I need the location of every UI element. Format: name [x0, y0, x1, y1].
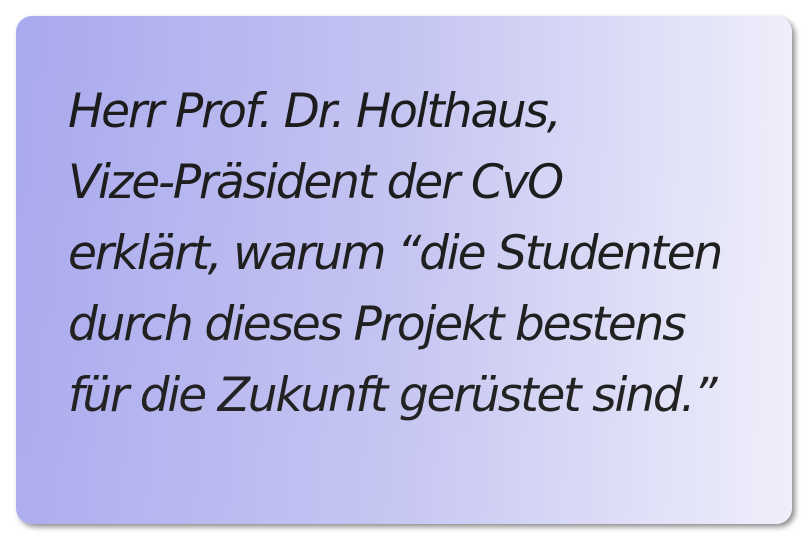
quote-line-5: für die Zukunft gerüstet sind.” — [68, 368, 718, 423]
quote-line-2: Vize-Präsident der CvO — [68, 155, 564, 210]
page: Herr Prof. Dr. Holthaus, Vize-Präsident … — [0, 0, 811, 541]
quote-text: Herr Prof. Dr. Holthaus, Vize-Präsident … — [68, 76, 723, 431]
quote-line-3: erklärt, warum “die Studenten — [68, 226, 723, 281]
quote-line-1: Herr Prof. Dr. Holthaus, — [68, 84, 562, 139]
quote-line-4: durch dieses Projekt bestens — [68, 297, 687, 352]
quote-card: Herr Prof. Dr. Holthaus, Vize-Präsident … — [16, 16, 792, 524]
